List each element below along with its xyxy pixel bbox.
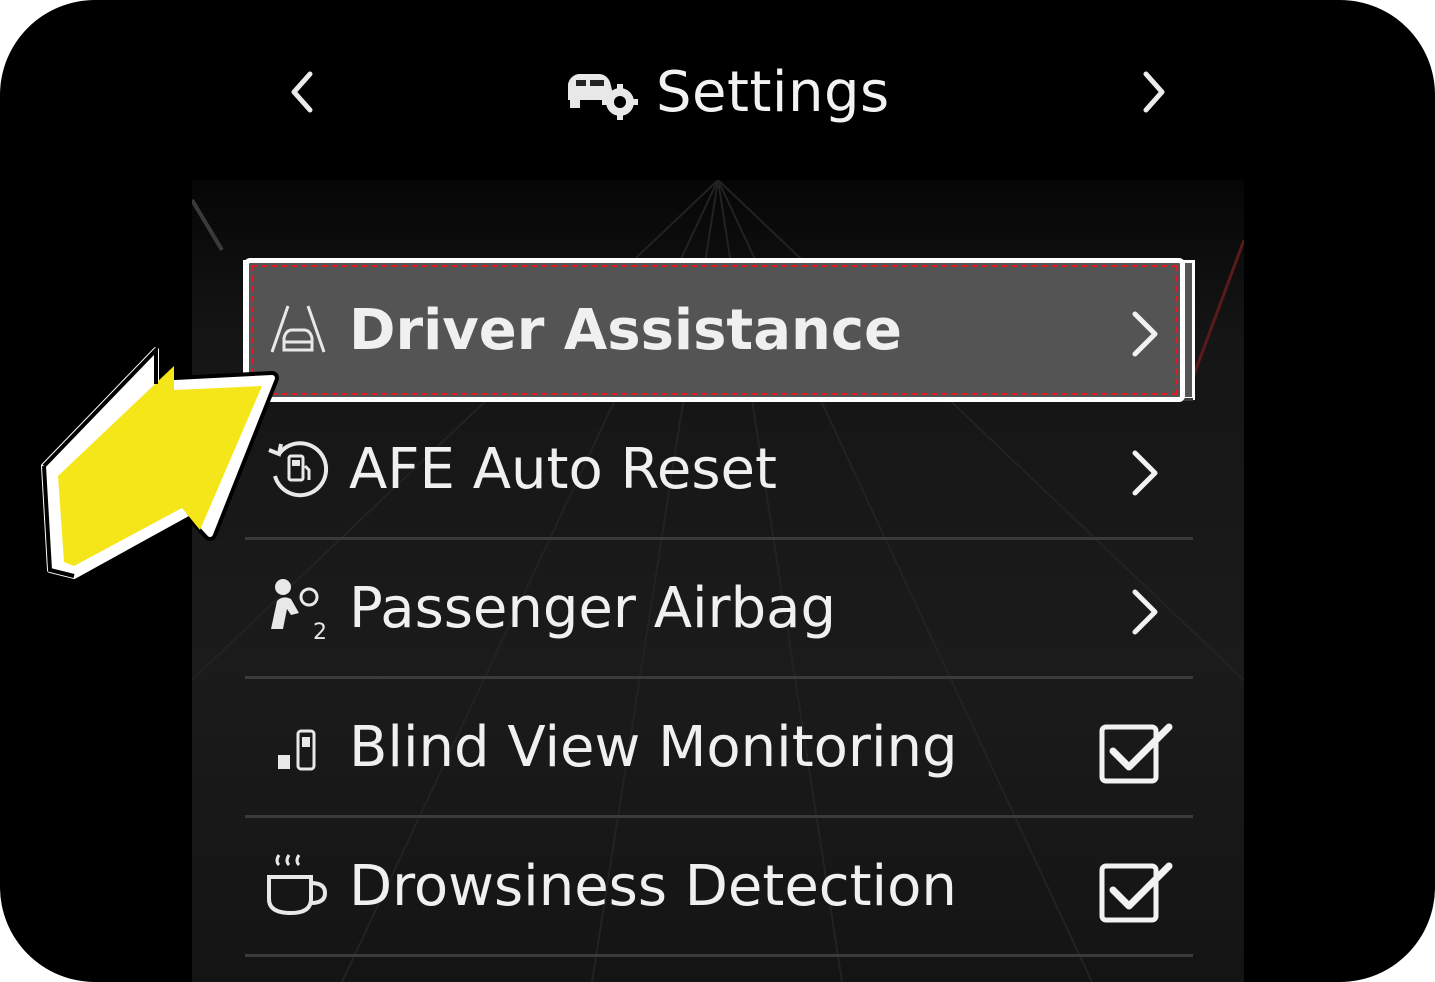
display-screen: Settings Driver Assistance AFE Auto Rese… xyxy=(0,0,1435,982)
menu-item-label: AFE Auto Reset xyxy=(349,436,777,502)
svg-text:2: 2 xyxy=(313,620,327,643)
page-title: Settings xyxy=(656,59,890,125)
menu-item-label: Drowsiness Detection xyxy=(349,853,957,919)
menu-item-passenger-airbag[interactable]: 2 Passenger Airbag xyxy=(245,537,1193,676)
chevron-right-icon xyxy=(1132,311,1158,357)
blind-view-icon xyxy=(263,712,333,782)
menu-item-afe-auto-reset[interactable]: AFE Auto Reset xyxy=(245,398,1193,537)
menu-item-drowsiness-detection[interactable]: Drowsiness Detection xyxy=(245,815,1193,954)
menu-item-label: Driver Assistance xyxy=(349,297,903,363)
settings-menu: Driver Assistance AFE Auto Reset 2 Passe… xyxy=(243,260,1195,957)
menu-item-label: Passenger Airbag xyxy=(349,575,836,641)
car-settings-icon xyxy=(568,74,638,120)
chevron-right-icon xyxy=(1132,589,1158,635)
chevron-left-icon[interactable] xyxy=(278,62,328,122)
header-title-group: Settings xyxy=(560,52,890,132)
checkbox-checked-icon[interactable] xyxy=(1099,723,1175,785)
callout-arrow-icon xyxy=(37,343,279,583)
menu-item-label: Blind View Monitoring xyxy=(349,714,958,780)
menu-item-blind-view-monitoring[interactable]: Blind View Monitoring xyxy=(245,676,1193,815)
chevron-right-icon[interactable] xyxy=(1128,62,1178,122)
menu-item-driver-assistance[interactable]: Driver Assistance xyxy=(243,260,1195,400)
chevron-right-icon xyxy=(1132,450,1158,496)
checkbox-checked-icon[interactable] xyxy=(1099,862,1175,924)
header-bar: Settings xyxy=(0,40,1435,150)
menu-bottom-divider xyxy=(245,954,1193,957)
coffee-cup-icon xyxy=(263,851,333,921)
